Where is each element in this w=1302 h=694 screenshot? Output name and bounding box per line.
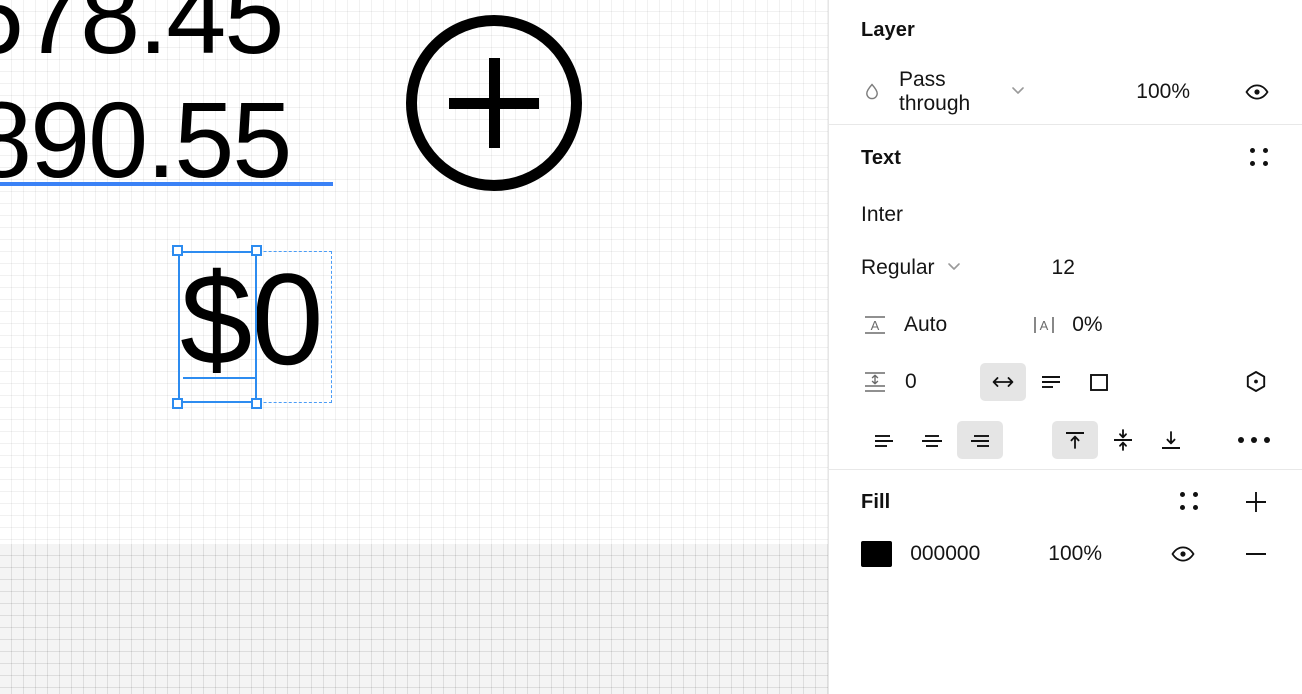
design-canvas[interactable]: 678.45 890.55 $0 <box>0 0 828 694</box>
layer-blend-row: Pass through 100% <box>829 60 1302 124</box>
fill-hex-value[interactable]: 000000 <box>910 542 980 566</box>
line-height-letter-spacing-row: A Auto A 0% <box>829 297 1302 353</box>
canvas-number-line-2[interactable]: 890.55 <box>0 86 292 194</box>
paragraph-spacing-value[interactable]: 0 <box>905 370 917 394</box>
app-root: 678.45 890.55 $0 Layer <box>0 0 1302 694</box>
fill-item-row: 000000 100% <box>829 534 1302 574</box>
blend-mode-icon[interactable] <box>861 81 883 103</box>
fill-section-title: Fill <box>861 490 891 513</box>
align-top-icon[interactable] <box>1052 421 1098 459</box>
type-settings-icon[interactable] <box>1242 368 1270 396</box>
text-section-header: Text <box>829 125 1302 191</box>
text-section: Text Inter Regular 12 A Auto A 0% 0 <box>829 125 1302 469</box>
resize-handle-top-right[interactable] <box>251 245 262 256</box>
canvas-underline <box>0 182 333 186</box>
text-baseline-indicator <box>183 377 257 379</box>
add-fill-icon[interactable] <box>1242 488 1270 516</box>
plus-circle-icon[interactable] <box>406 15 582 191</box>
layer-section: Layer Pass through 100% <box>829 0 1302 124</box>
font-family-value[interactable]: Inter <box>861 203 903 227</box>
eye-icon[interactable] <box>1170 541 1196 567</box>
svg-text:A: A <box>871 318 880 333</box>
svg-text:A: A <box>1040 318 1049 333</box>
remove-fill-icon[interactable] <box>1242 540 1270 568</box>
canvas-grid-shaded <box>0 544 828 694</box>
align-left-icon[interactable] <box>861 421 907 459</box>
properties-panel: Layer Pass through 100% Text Inter Regul… <box>828 0 1302 694</box>
layer-section-header: Layer <box>829 0 1302 60</box>
font-style-size-row: Regular 12 <box>829 239 1302 297</box>
align-bottom-icon[interactable] <box>1148 421 1194 459</box>
canvas-number-line-1[interactable]: 678.45 <box>0 0 284 70</box>
paragraph-spacing-resize-row: 0 <box>829 353 1302 411</box>
letter-spacing-value[interactable]: 0% <box>1072 313 1102 337</box>
plus-vertical-bar <box>489 58 500 148</box>
line-height-value[interactable]: Auto <box>904 313 947 337</box>
fill-section-header: Fill <box>829 470 1302 534</box>
paragraph-spacing-icon <box>861 368 889 396</box>
fill-section: Fill 000000 100% <box>829 470 1302 574</box>
fill-color-swatch[interactable] <box>861 541 893 567</box>
text-section-title: Text <box>861 146 902 169</box>
fill-styles-icon[interactable] <box>1180 492 1200 512</box>
font-style-value[interactable]: Regular <box>861 256 935 280</box>
chevron-down-icon[interactable] <box>1009 81 1027 104</box>
resize-handle-bottom-right[interactable] <box>251 398 262 409</box>
chevron-down-icon[interactable] <box>945 257 963 280</box>
fixed-size-icon[interactable] <box>1076 363 1122 401</box>
more-options-icon[interactable] <box>1238 437 1270 443</box>
align-center-icon[interactable] <box>909 421 955 459</box>
blend-mode-value[interactable]: Pass through <box>899 68 999 116</box>
font-family-row[interactable]: Inter <box>829 191 1302 239</box>
align-middle-icon[interactable] <box>1100 421 1146 459</box>
eye-icon[interactable] <box>1244 79 1270 105</box>
fill-opacity-value[interactable]: 100% <box>1048 542 1102 566</box>
resize-handle-bottom-left[interactable] <box>172 398 183 409</box>
align-right-icon[interactable] <box>957 421 1003 459</box>
auto-width-icon[interactable] <box>979 363 1026 401</box>
selection-bounds-solid <box>178 251 257 403</box>
selected-text-object[interactable]: $0 <box>172 245 332 409</box>
auto-height-icon[interactable] <box>1028 363 1074 401</box>
apply-text-style-icon[interactable] <box>1250 148 1270 168</box>
resize-handle-top-left[interactable] <box>172 245 183 256</box>
font-size-value[interactable]: 12 <box>1052 256 1075 280</box>
letter-spacing-icon: A <box>1030 311 1058 339</box>
layer-section-title: Layer <box>861 18 915 41</box>
layer-opacity-value[interactable]: 100% <box>1136 80 1190 104</box>
line-height-icon: A <box>861 311 889 339</box>
text-alignment-row <box>829 411 1302 469</box>
